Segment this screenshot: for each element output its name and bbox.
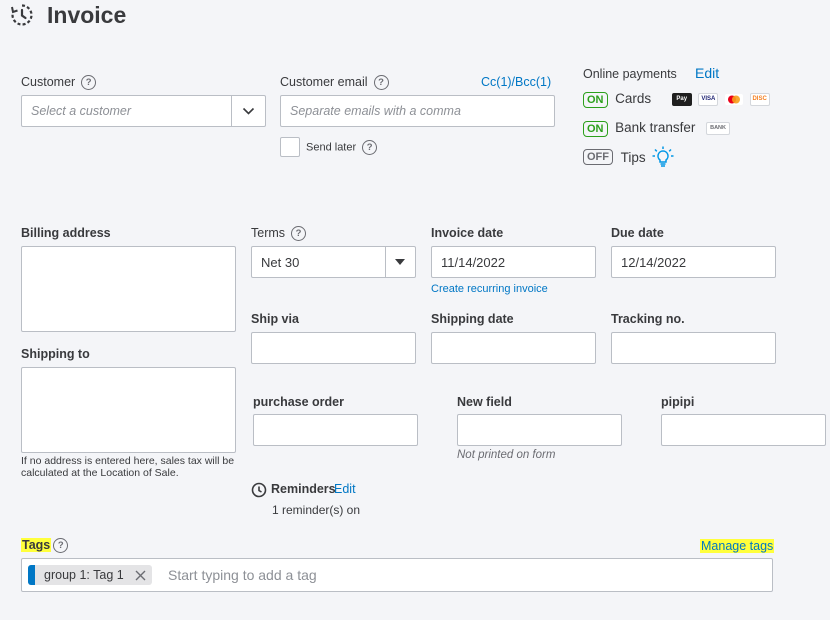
tags-placeholder: Start typing to add a tag xyxy=(168,567,317,583)
shipping-date-label: Shipping date xyxy=(431,312,514,326)
ship-via-input[interactable] xyxy=(251,332,416,364)
new-field-input[interactable] xyxy=(457,414,622,446)
send-later-help-icon[interactable]: ? xyxy=(362,140,378,155)
chevron-down-icon xyxy=(242,107,255,115)
billing-address-textarea[interactable] xyxy=(21,246,236,332)
caret-down-icon xyxy=(395,259,405,265)
reminders-edit-link[interactable]: Edit xyxy=(334,482,356,496)
send-later-checkbox[interactable] xyxy=(280,137,300,157)
shipping-to-textarea[interactable] xyxy=(21,367,236,453)
customer-dropdown-button[interactable] xyxy=(231,96,265,126)
tag-chip-color xyxy=(28,565,35,585)
new-field-label: New field xyxy=(457,395,512,409)
page-title: Invoice xyxy=(47,2,127,28)
due-date-input[interactable]: 12/14/2022 xyxy=(611,246,776,278)
bank-icon: BANK xyxy=(706,122,731,136)
customer-help-icon[interactable]: ? xyxy=(81,75,97,91)
tags-label: Tags? xyxy=(21,538,69,554)
bank-transfer-toggle[interactable]: ON xyxy=(583,121,608,137)
clock-icon xyxy=(251,482,267,498)
terms-help-icon[interactable]: ? xyxy=(291,226,307,242)
terms-select[interactable]: Net 30 xyxy=(251,246,416,278)
terms-dropdown-button[interactable] xyxy=(385,247,415,277)
email-placeholder: Separate emails with a comma xyxy=(290,104,461,118)
manage-tags-link[interactable]: Manage tags xyxy=(700,539,775,553)
lightbulb-icon xyxy=(652,146,674,167)
bank-transfer-label: Bank transfer xyxy=(615,120,696,135)
cards-row: ON Cards Pay VISA DISC xyxy=(583,91,770,108)
shipping-date-input[interactable] xyxy=(431,332,596,364)
customer-placeholder: Select a customer xyxy=(31,104,132,118)
recent-history-icon[interactable] xyxy=(10,3,34,27)
due-date-value: 12/14/2022 xyxy=(621,254,687,270)
pipipi-label: pipipi xyxy=(661,395,695,409)
ship-via-label: Ship via xyxy=(251,312,299,326)
terms-label: Terms? xyxy=(251,226,307,242)
customer-label: Customer? xyxy=(21,75,97,91)
online-payments-edit-link[interactable]: Edit xyxy=(695,65,719,81)
cards-label: Cards xyxy=(615,91,652,106)
online-payments-label: Online payments xyxy=(583,67,677,81)
new-field-note: Not printed on form xyxy=(457,449,556,461)
customer-select[interactable]: Select a customer xyxy=(21,95,266,127)
shipping-to-label: Shipping to xyxy=(21,347,90,361)
send-later-label: Send later? xyxy=(306,140,378,155)
bank-transfer-row: ON Bank transfer BANK xyxy=(583,120,731,137)
invoice-date-label: Invoice date xyxy=(431,226,504,240)
tag-chip: group 1: Tag 1 xyxy=(28,565,152,585)
invoice-date-input[interactable]: 11/14/2022 xyxy=(431,246,596,278)
tags-input[interactable]: group 1: Tag 1 Start typing to add a tag xyxy=(21,558,773,592)
tags-help-icon[interactable]: ? xyxy=(53,538,69,554)
customer-email-label: Customer email? xyxy=(280,75,389,91)
card-brands: Pay VISA DISC xyxy=(669,91,770,107)
tips-label: Tips xyxy=(620,149,646,165)
pipipi-input[interactable] xyxy=(661,414,826,446)
invoice-date-value: 11/14/2022 xyxy=(441,254,506,270)
tracking-no-input[interactable] xyxy=(611,332,776,364)
reminders-status: 1 reminder(s) on xyxy=(272,503,361,517)
cards-toggle[interactable]: ON xyxy=(583,92,608,108)
billing-address-label: Billing address xyxy=(21,226,111,240)
create-recurring-invoice-link[interactable]: Create recurring invoice xyxy=(431,283,548,295)
apple-pay-icon: Pay xyxy=(671,93,692,107)
reminders-label: Reminders xyxy=(271,482,336,496)
due-date-label: Due date xyxy=(611,226,664,240)
terms-value: Net 30 xyxy=(261,254,300,270)
customer-email-input[interactable]: Separate emails with a comma xyxy=(280,95,555,127)
shipping-to-note: If no address is entered here, sales tax… xyxy=(21,455,235,479)
purchase-order-label: purchase order xyxy=(253,395,345,409)
tips-toggle[interactable]: OFF xyxy=(583,149,613,166)
visa-icon: VISA xyxy=(698,93,719,107)
purchase-order-input[interactable] xyxy=(253,414,418,446)
tag-chip-label: group 1: Tag 1 xyxy=(44,568,124,582)
tips-row: OFF Tips xyxy=(583,146,674,168)
close-icon[interactable] xyxy=(135,570,146,581)
tracking-no-label: Tracking no. xyxy=(611,312,685,326)
email-help-icon[interactable]: ? xyxy=(373,75,389,91)
discover-icon: DISC xyxy=(749,93,770,107)
cc-bcc-link[interactable]: Cc(1)/Bcc(1) xyxy=(481,75,551,89)
mastercard-icon xyxy=(725,94,744,106)
